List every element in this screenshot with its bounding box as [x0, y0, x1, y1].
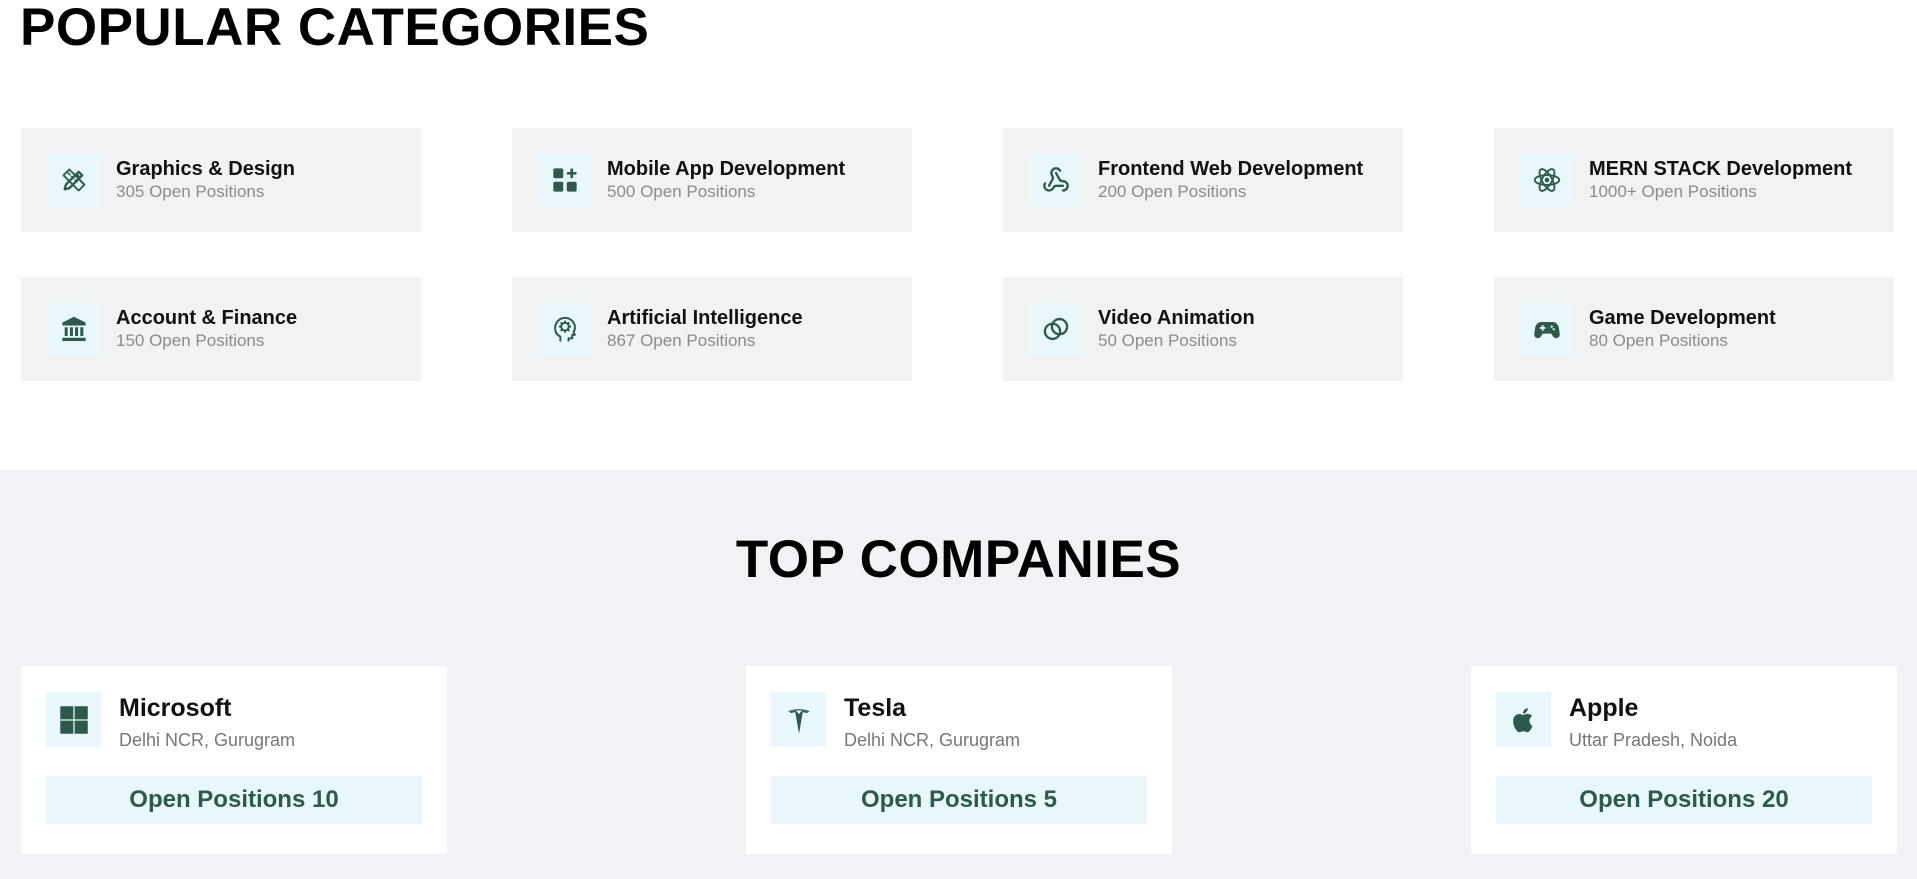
rings-icon [1029, 302, 1082, 356]
category-positions: 200 Open Positions [1098, 181, 1247, 201]
company-location: Delhi NCR, Gurugram [119, 730, 296, 750]
category-card-video-animation[interactable]: Video Animation 50 Open Positions [1003, 277, 1403, 381]
popular-categories-title: POPULAR CATEGORIES [20, 0, 650, 57]
react-atom-icon [1520, 153, 1573, 207]
category-card-game-development[interactable]: Game Development 80 Open Positions [1494, 277, 1894, 381]
category-title: Game Development [1589, 306, 1776, 329]
category-title: Account & Finance [116, 306, 298, 329]
company-location: Delhi NCR, Gurugram [844, 730, 1021, 750]
category-positions: 80 Open Positions [1589, 330, 1728, 350]
company-name: Tesla [844, 694, 907, 722]
top-companies-title: TOP COMPANIES [735, 530, 1182, 589]
pencil-ruler-icon [47, 153, 100, 207]
category-title: Graphics & Design [116, 157, 295, 180]
app-grid-plus-icon [538, 153, 591, 207]
category-title: Frontend Web Development [1098, 157, 1364, 180]
microsoft-logo-icon [46, 692, 101, 747]
apple-logo-icon [1496, 692, 1551, 747]
company-name: Microsoft [119, 694, 232, 722]
top-companies-section: TOP COMPANIES Microsoft Delhi NCR, Gurug… [0, 470, 1917, 879]
open-positions-button[interactable]: Open Positions 5 [771, 776, 1147, 824]
bank-building-icon [47, 302, 100, 356]
category-card-mern-stack[interactable]: MERN STACK Development 1000+ Open Positi… [1494, 128, 1894, 232]
category-title: Video Animation [1098, 306, 1255, 329]
company-card-tesla[interactable]: Tesla Delhi NCR, Gurugram Open Positions… [746, 666, 1172, 854]
brain-head-icon [538, 302, 591, 356]
category-positions: 305 Open Positions [116, 181, 265, 201]
tesla-logo-icon [771, 692, 826, 747]
category-positions: 1000+ Open Positions [1589, 181, 1757, 201]
company-card-microsoft[interactable]: Microsoft Delhi NCR, Gurugram Open Posit… [21, 666, 447, 854]
open-positions-button[interactable]: Open Positions 20 [1496, 776, 1872, 824]
company-card-apple[interactable]: Apple Uttar Pradesh, Noida Open Position… [1471, 666, 1897, 854]
category-positions: 867 Open Positions [607, 330, 756, 350]
company-name: Apple [1569, 694, 1639, 722]
category-title: MERN STACK Development [1589, 157, 1852, 180]
category-card-artificial-intelligence[interactable]: Artificial Intelligence 867 Open Positio… [512, 277, 912, 381]
category-title: Artificial Intelligence [607, 306, 803, 329]
company-location: Uttar Pradesh, Noida [1569, 730, 1738, 750]
open-positions-button[interactable]: Open Positions 10 [46, 776, 422, 824]
category-title: Mobile App Development [607, 157, 846, 180]
category-card-graphics-design[interactable]: Graphics & Design 305 Open Positions [21, 128, 421, 232]
category-positions: 150 Open Positions [116, 330, 265, 350]
category-positions: 500 Open Positions [607, 181, 756, 201]
webhook-icon [1029, 153, 1082, 207]
gamepad-icon [1520, 302, 1573, 356]
category-grid: Graphics & Design 305 Open Positions Mob… [21, 128, 1894, 381]
category-card-account-finance[interactable]: Account & Finance 150 Open Positions [21, 277, 421, 381]
category-positions: 50 Open Positions [1098, 330, 1237, 350]
category-card-mobile-app[interactable]: Mobile App Development 500 Open Position… [512, 128, 912, 232]
category-card-frontend-web[interactable]: Frontend Web Development 200 Open Positi… [1003, 128, 1403, 232]
